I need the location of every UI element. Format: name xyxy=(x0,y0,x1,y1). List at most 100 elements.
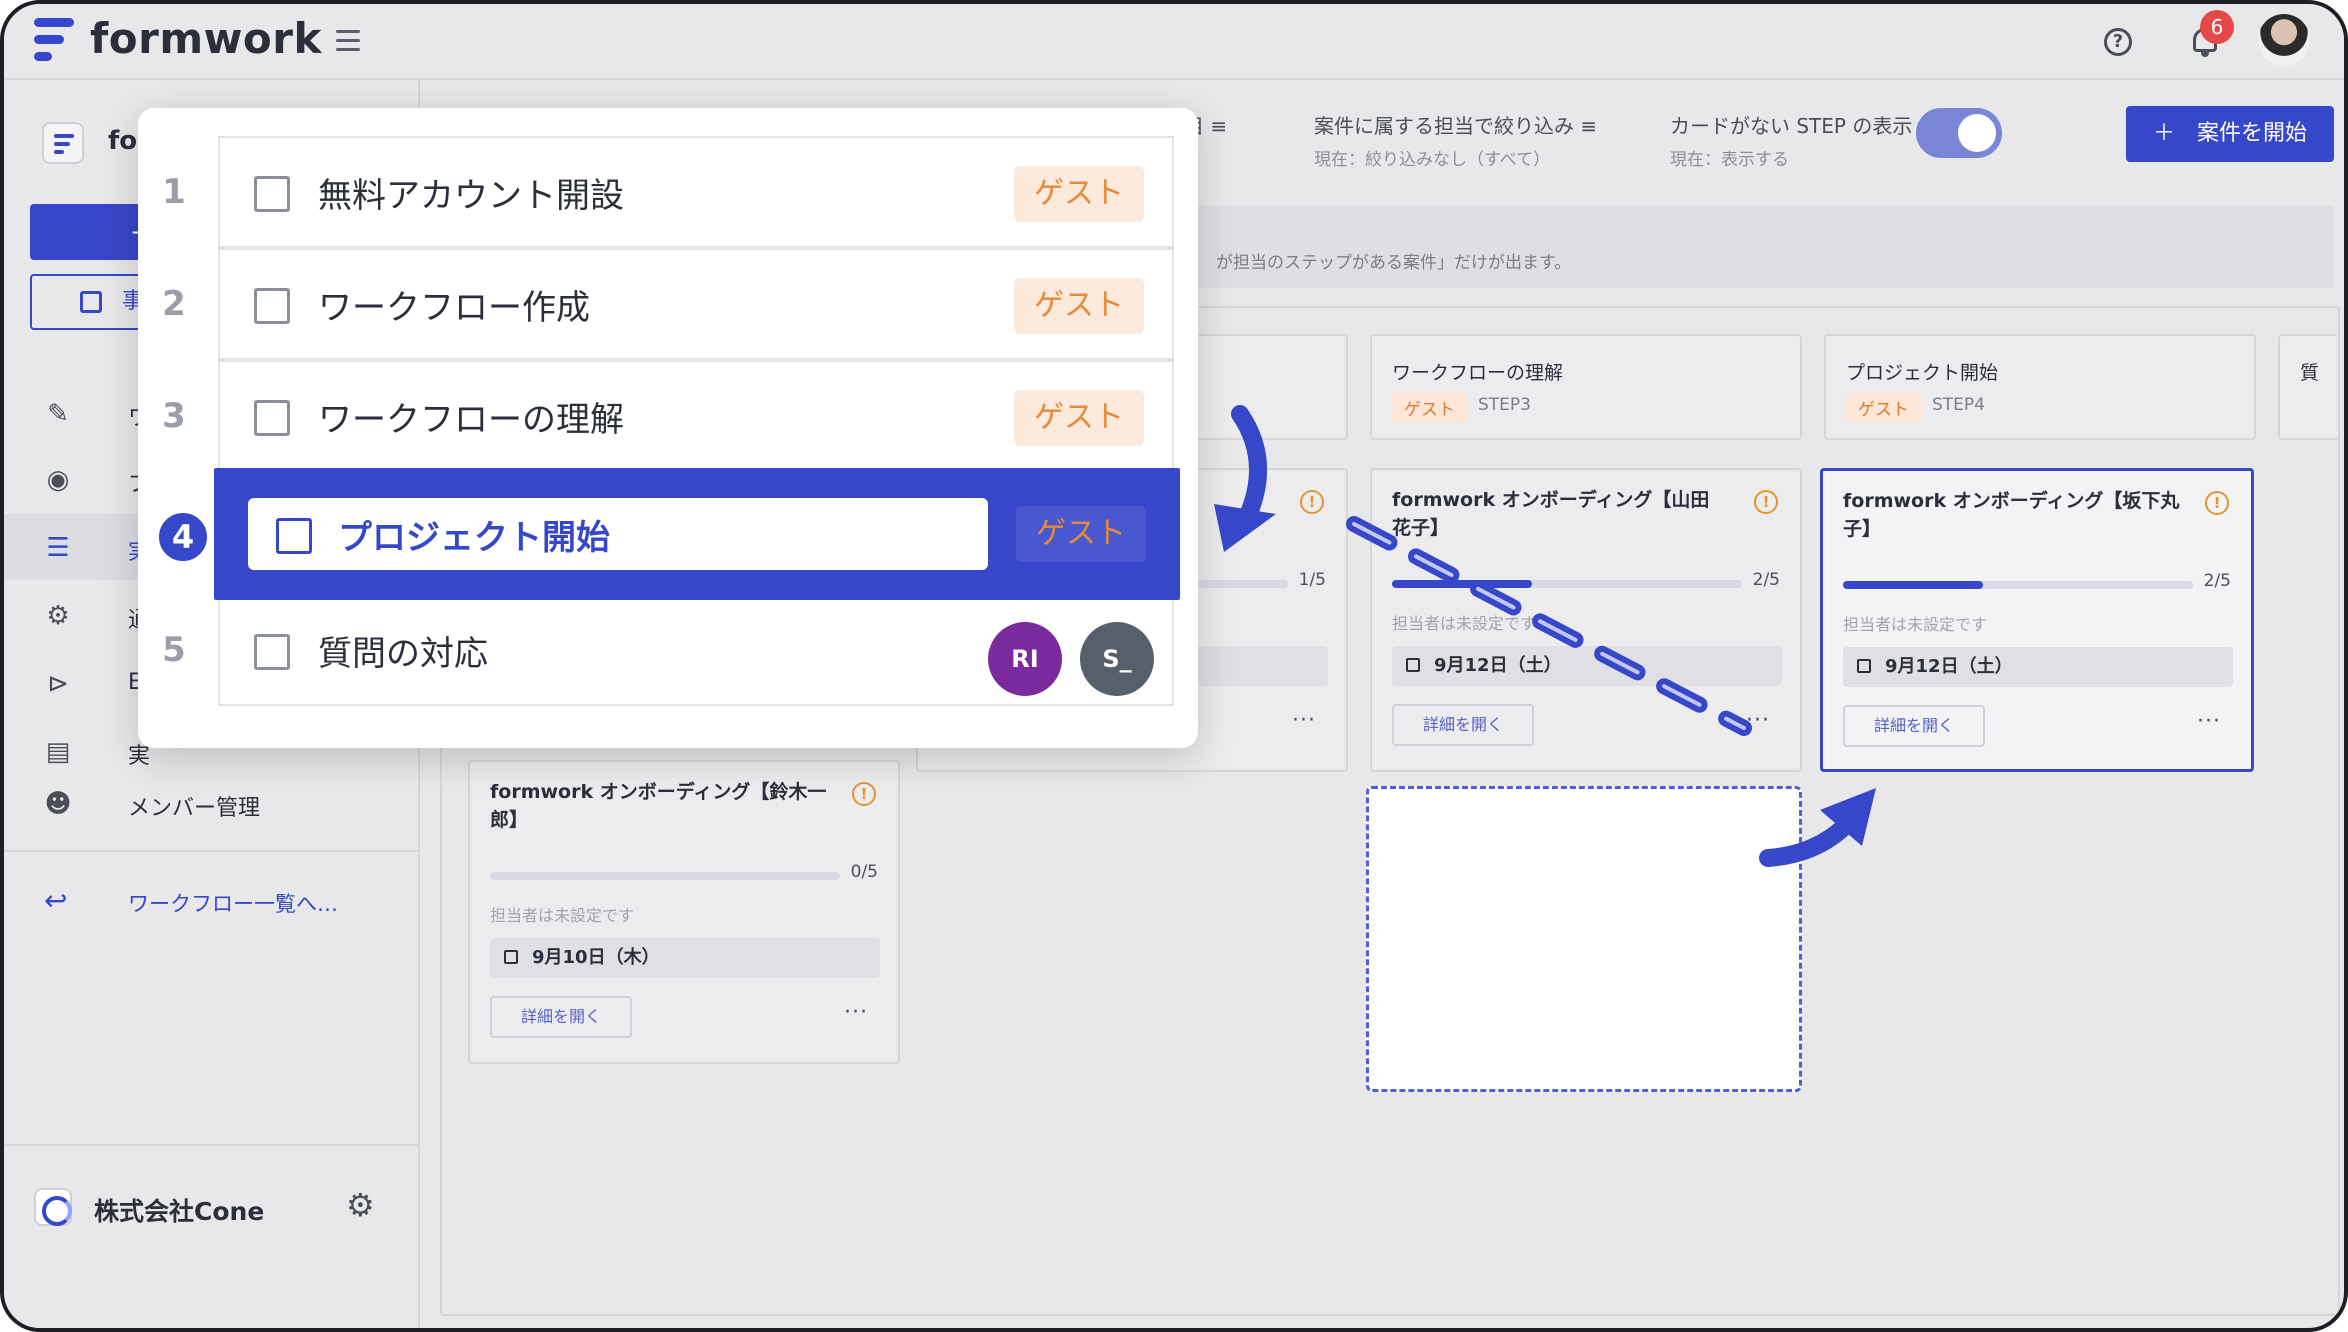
case-card[interactable]: formwork オンボーディング【山田 花子】 ! 2/5 担当者は未設定です… xyxy=(1370,468,1802,772)
step-checkbox[interactable] xyxy=(254,288,290,324)
step-label: STEP3 xyxy=(1478,395,1531,415)
filter-sub: 現在：絞り込みなし（すべて） xyxy=(1314,150,1551,170)
guest-tag: ゲスト xyxy=(1016,506,1146,562)
step-label: 質問の対応 xyxy=(318,634,488,674)
progress-fill xyxy=(1843,581,1983,589)
step-highlight-box: プロジェクト開始 xyxy=(248,498,988,570)
warning-icon: ! xyxy=(1754,490,1778,514)
progress-bar xyxy=(1843,581,2193,589)
people-icon: ☻ xyxy=(44,789,72,819)
step-checkbox[interactable] xyxy=(254,400,290,436)
filter-label: 案件に属する担当で絞り込み ≡ xyxy=(1314,114,1598,138)
step-row-active[interactable]: 4 プロジェクト開始 ゲスト xyxy=(156,468,1180,600)
step-number: 3 xyxy=(162,396,186,436)
return-arrow-icon: ↩ xyxy=(44,884,68,917)
more-options-icon[interactable]: ··· xyxy=(1746,708,1770,733)
document-search-icon: ▤ xyxy=(45,737,71,767)
assignee-text: 担当者は未設定です xyxy=(1843,615,1988,634)
due-date: 9月12日（土） xyxy=(1392,646,1782,686)
guest-tag: ゲスト xyxy=(1846,392,1921,423)
external-link-icon xyxy=(80,291,102,313)
more-options-icon[interactable]: ··· xyxy=(1292,708,1316,733)
due-date: 9月10日（木） xyxy=(490,938,880,978)
guest-tag: ゲスト xyxy=(1014,390,1144,446)
guest-tag: ゲスト xyxy=(1014,278,1144,334)
assignee-text: 担当者は未設定です xyxy=(1392,614,1537,633)
step-checkbox[interactable] xyxy=(276,518,312,554)
notification-badge: 6 xyxy=(2200,10,2234,44)
drop-zone[interactable] xyxy=(1366,786,1802,1092)
org-logo-icon xyxy=(34,1188,72,1226)
assignee-text: 担当者は未設定です xyxy=(490,906,635,925)
assignee-avatar: S_ xyxy=(1080,622,1154,696)
step-label: ワークフロー作成 xyxy=(318,288,590,328)
sidebar-item-members[interactable]: ☻ メンバー管理 xyxy=(4,770,418,836)
workflow-logo-icon xyxy=(42,122,84,164)
step-label: STEP4 xyxy=(1932,395,1985,415)
filter-empty-steps: カードがない STEP の表示 現在：表示する xyxy=(1670,110,1912,170)
guest-tag: ゲスト xyxy=(1392,392,1467,423)
column-header-step3: ワークフローの理解 ゲスト STEP3 xyxy=(1370,334,1802,440)
step-label: 無料アカウント開設 xyxy=(318,176,624,216)
user-avatar[interactable] xyxy=(2258,14,2310,66)
hamburger-menu-icon[interactable] xyxy=(336,30,362,52)
step-number: 1 xyxy=(162,172,186,212)
open-details-button[interactable]: 詳細を開く xyxy=(1392,704,1534,746)
show-empty-steps-toggle[interactable] xyxy=(1916,108,2002,158)
formwork-logo-icon[interactable] xyxy=(34,18,74,64)
calendar-icon xyxy=(1857,659,1871,673)
help-icon[interactable]: ? xyxy=(2104,28,2132,56)
assignee-avatar: RI xyxy=(988,622,1062,696)
step-number: 5 xyxy=(162,630,186,670)
progress-fraction: 2/5 xyxy=(2203,571,2231,591)
play-icon: ⊳ xyxy=(47,669,69,699)
column-title: プロジェクト開始 xyxy=(1846,362,1999,384)
step-label: プロジェクト開始 xyxy=(338,518,610,558)
step-row[interactable]: 3 ワークフローの理解 ゲスト xyxy=(162,360,1174,472)
column-title: 質 xyxy=(2300,362,2320,384)
progress-bar xyxy=(1392,580,1742,588)
column-title: ワークフローの理解 xyxy=(1392,362,1564,384)
start-case-button[interactable]: ＋ 案件を開始 xyxy=(2126,106,2334,162)
back-to-workflows-link[interactable]: ↩ ワークフロー一覧へ… xyxy=(4,870,418,930)
step-checkbox[interactable] xyxy=(254,176,290,212)
top-bar: formwork ? 6 xyxy=(4,4,2344,80)
filter-label: カードがない STEP の表示 xyxy=(1670,114,1913,138)
warning-icon: ! xyxy=(2205,491,2229,515)
brand-name[interactable]: formwork xyxy=(90,14,322,63)
steps-panel: 1 無料アカウント開設 ゲスト 2 ワークフロー作成 ゲスト 3 ワークフローの… xyxy=(138,108,1198,748)
org-name: 株式会社Cone xyxy=(94,1197,265,1226)
step-label: ワークフローの理解 xyxy=(318,400,624,440)
calendar-icon xyxy=(504,950,518,964)
card-title: formwork オンボーディング【山田 花子】 xyxy=(1392,489,1710,539)
open-details-button[interactable]: 詳細を開く xyxy=(490,996,632,1038)
card-title: formwork オンボーディング【坂下丸子】 xyxy=(1843,490,2180,540)
step-row[interactable]: 5 質問の対応 RI S_ xyxy=(162,594,1174,706)
filter-sub: 現在：表示する xyxy=(1670,150,1789,170)
open-details-button[interactable]: 詳細を開く xyxy=(1843,705,1985,747)
case-card-selected[interactable]: formwork オンボーディング【坂下丸子】 ! 2/5 担当者は未設定です … xyxy=(1820,468,2254,772)
step-number: 2 xyxy=(162,284,186,324)
more-options-icon[interactable]: ··· xyxy=(2197,709,2221,734)
warning-icon: ! xyxy=(1300,490,1324,514)
card-title: formwork オンボーディング【鈴木一郎】 xyxy=(490,781,827,831)
eye-icon: ◉ xyxy=(46,465,70,495)
step-checkbox[interactable] xyxy=(254,634,290,670)
progress-bar xyxy=(490,872,840,880)
progress-fraction: 0/5 xyxy=(850,862,878,882)
due-date: 9月12日（土） xyxy=(1843,647,2233,687)
sidebar-bottom-divider xyxy=(4,1144,418,1146)
step-row[interactable]: 1 無料アカウント開設 ゲスト xyxy=(162,136,1174,248)
step-number: 4 xyxy=(156,510,210,564)
filter-assignee[interactable]: 案件に属する担当で絞り込み ≡ 現在：絞り込みなし（すべて） xyxy=(1314,110,1597,170)
org-settings-gear-icon[interactable]: ⚙ xyxy=(346,1186,375,1224)
case-card[interactable]: formwork オンボーディング【鈴木一郎】 ! 0/5 担当者は未設定です … xyxy=(468,760,900,1064)
calendar-icon xyxy=(1406,658,1420,672)
gear-icon: ⚙ xyxy=(46,601,70,631)
progress-fill xyxy=(1392,580,1532,588)
back-link-label: ワークフロー一覧へ… xyxy=(128,892,338,916)
more-options-icon[interactable]: ··· xyxy=(844,1000,868,1025)
step-row[interactable]: 2 ワークフロー作成 ゲスト xyxy=(162,248,1174,360)
column-header-step4: プロジェクト開始 ゲスト STEP4 xyxy=(1824,334,2256,440)
warning-icon: ! xyxy=(852,782,876,806)
